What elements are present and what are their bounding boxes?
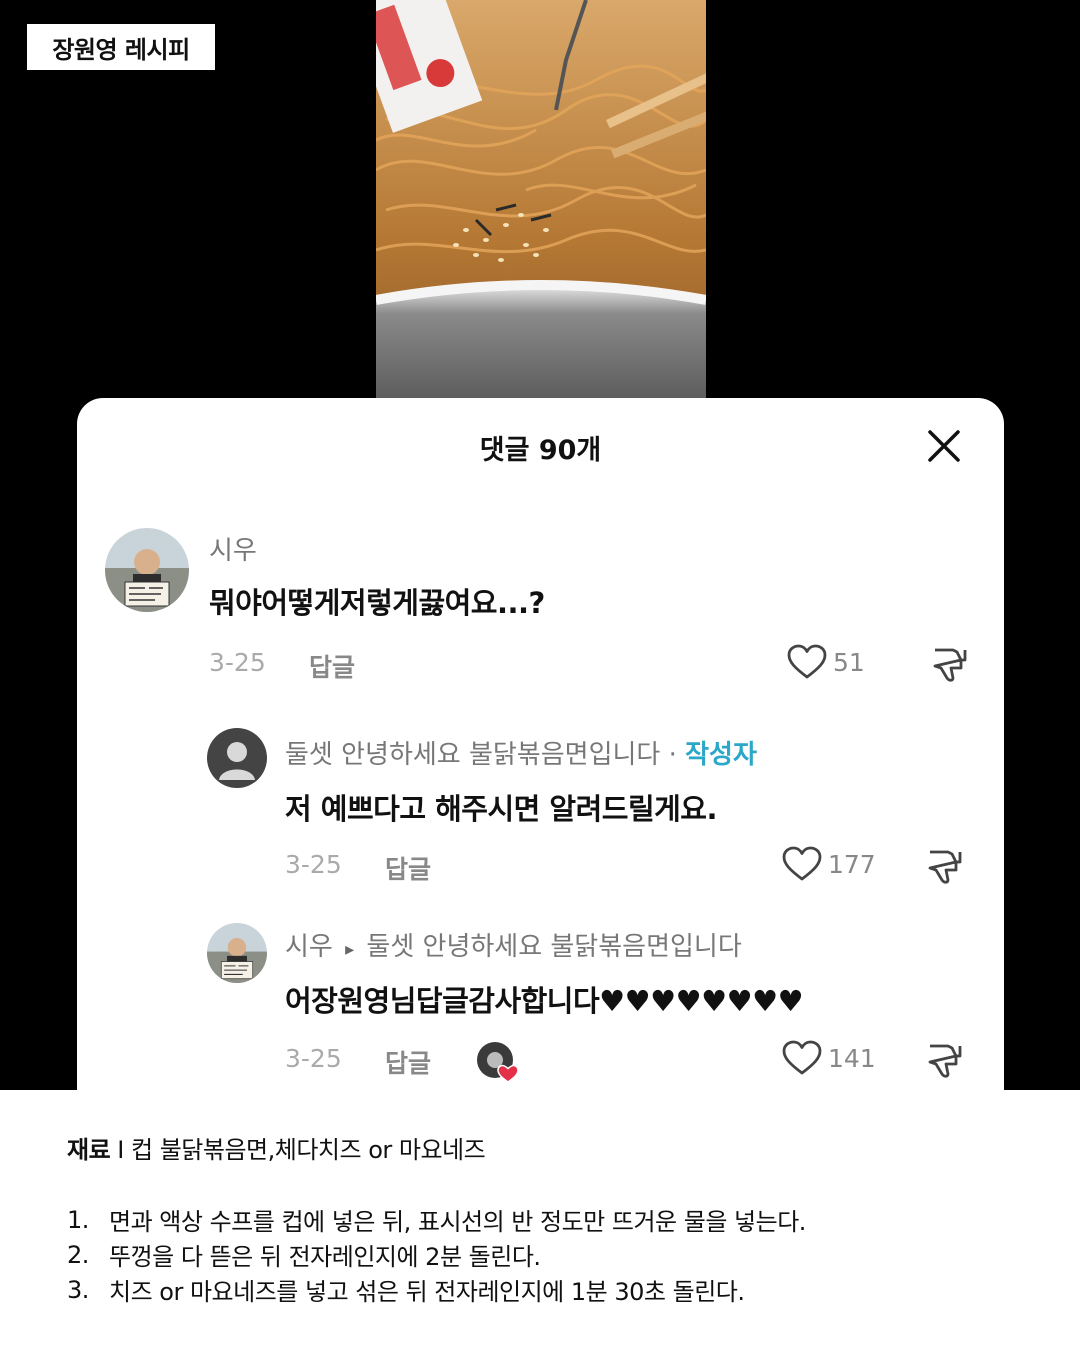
step-text: 면과 액상 수프를 컵에 넣은 뒤, 표시선의 반 정도만 뜨거운 물을 넣는다…: [109, 1208, 806, 1236]
heart-icon: [787, 644, 827, 679]
ingredients-text: 컵 불닭볶음면,체다치즈 or 마요네즈: [131, 1136, 486, 1164]
comment-date: 3-25: [285, 850, 342, 879]
comment-item: 시우 뭐야어떻게저렇게끓여요...? 3-25 답글 51: [77, 398, 1004, 698]
comment-text: 뭐야어떻게저렇게끓여요...?: [209, 586, 545, 620]
video-area: 장원영 레시피 댓글 90개 시우 뭐야어떻게저렇게끓여요...? 3-25 답…: [0, 0, 1080, 1090]
comment-date: 3-25: [285, 1044, 342, 1073]
reply-item: 둘셋 안녕하세요 불닭볶음면입니다 · 작성자 저 예쁘다고 해주시면 알려드릴…: [77, 698, 1004, 898]
comment-text: 어장원영님답글감사합니다♥♥♥♥♥♥♥♥: [285, 984, 804, 1018]
thumbs-down-icon: [928, 1044, 962, 1078]
step-text: 뚜껑을 다 뜯은 뒤 전자레인지에 2분 돌린다.: [109, 1243, 541, 1271]
recipe-steps: 1. 면과 액상 수프를 컵에 넣은 뒤, 표시선의 반 정도만 뜨거운 물을 …: [67, 1202, 806, 1307]
comment-sheet: 댓글 90개 시우 뭐야어떻게저렇게끓여요...? 3-25 답글 51 둘셋 …: [77, 398, 1004, 1090]
ingredients-line: 재료 I 컵 불닭볶음면,체다치즈 or 마요네즈: [67, 1130, 486, 1165]
avatar[interactable]: [105, 528, 189, 612]
reply-button[interactable]: 답글: [385, 850, 431, 886]
step-number: 2.: [67, 1240, 89, 1269]
author-badge: 작성자: [685, 740, 757, 770]
creator-liked-badge: [475, 1040, 519, 1084]
default-user-icon: [207, 728, 267, 788]
recipe-step: 1. 면과 액상 수프를 컵에 넣은 뒤, 표시선의 반 정도만 뜨거운 물을 …: [67, 1202, 806, 1237]
avatar[interactable]: [207, 923, 267, 983]
like-button[interactable]: 51: [787, 644, 865, 680]
comment-username[interactable]: 시우 ▸ 둘셋 안녕하세요 불닭볶음면입니다: [285, 926, 742, 963]
username-text: 시우: [285, 932, 333, 962]
reply-button[interactable]: 답글: [309, 648, 355, 684]
profile-photo-icon: [105, 528, 189, 612]
comment-username[interactable]: 둘셋 안녕하세요 불닭볶음면입니다 · 작성자: [285, 734, 757, 771]
dislike-button[interactable]: [929, 644, 969, 688]
dislike-button[interactable]: [924, 1040, 964, 1084]
reply-button[interactable]: 답글: [385, 1044, 431, 1080]
profile-photo-icon: [207, 923, 267, 983]
like-count: 51: [833, 647, 865, 677]
video-frame[interactable]: [376, 0, 706, 400]
comment-text: 저 예쁘다고 해주시면 알려드릴게요.: [285, 792, 718, 826]
heart-icon: [782, 846, 822, 881]
comment-username[interactable]: 시우: [209, 530, 257, 567]
like-count: 177: [828, 849, 876, 879]
like-count: 141: [828, 1043, 876, 1073]
reply-arrow-icon: ▸: [345, 939, 355, 960]
step-number: 1.: [67, 1205, 89, 1234]
recipe-step: 3. 치즈 or 마요네즈를 넣고 섞은 뒤 전자레인지에 1분 30초 돌린다…: [67, 1272, 806, 1307]
noodle-cup-image: [376, 0, 706, 400]
recipe-tag: 장원영 레시피: [27, 24, 215, 70]
username-text: 둘셋 안녕하세요 불닭볶음면입니다: [285, 740, 661, 770]
dislike-button[interactable]: [924, 846, 964, 890]
comment-date: 3-25: [209, 648, 266, 677]
like-button[interactable]: 177: [782, 846, 876, 882]
heart-icon: [782, 1040, 822, 1075]
creator-heart-icon: [477, 1042, 519, 1083]
step-text: 치즈 or 마요네즈를 넣고 섞은 뒤 전자레인지에 1분 30초 돌린다.: [109, 1278, 745, 1306]
avatar[interactable]: [207, 728, 267, 788]
ingredients-separator: I: [110, 1136, 132, 1164]
like-button[interactable]: 141: [782, 1040, 876, 1076]
reply-to-username: 둘셋 안녕하세요 불닭볶음면입니다: [366, 932, 742, 962]
thumbs-down-icon: [928, 850, 962, 884]
thumbs-down-icon: [933, 648, 967, 682]
reply-item: 시우 ▸ 둘셋 안녕하세요 불닭볶음면입니다 어장원영님답글감사합니다♥♥♥♥♥…: [77, 898, 1004, 1090]
separator: ·: [660, 740, 686, 770]
ingredients-label: 재료: [67, 1136, 111, 1164]
step-number: 3.: [67, 1275, 89, 1304]
recipe-step: 2. 뚜껑을 다 뜯은 뒤 전자레인지에 2분 돌린다.: [67, 1237, 806, 1272]
